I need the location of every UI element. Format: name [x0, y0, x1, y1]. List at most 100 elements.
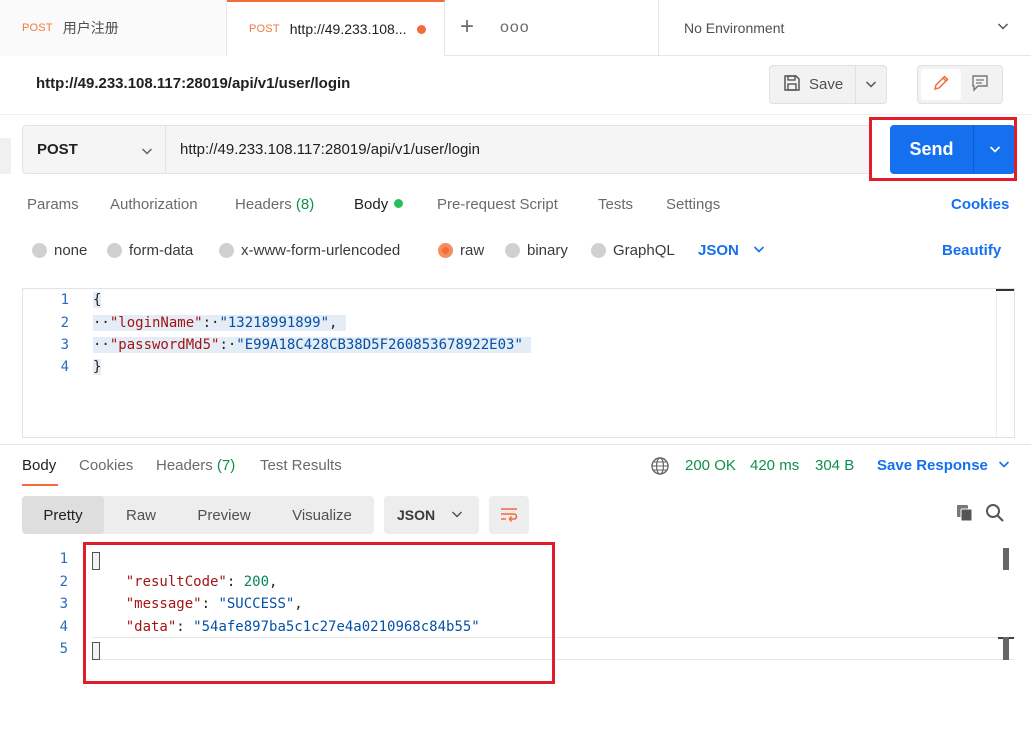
save-split-button: Save [769, 65, 887, 104]
response-tab-cookies[interactable]: Cookies [79, 457, 133, 474]
response-tab-test-results[interactable]: Test Results [260, 457, 342, 474]
cookies-link[interactable]: Cookies [951, 196, 1009, 213]
globe-icon[interactable] [650, 456, 670, 479]
chevron-down-icon [997, 19, 1009, 35]
response-highlight-box [83, 542, 555, 684]
tab-strip: POST 用户注册 POST http://49.233.108... + oo… [0, 0, 1031, 56]
tab-params[interactable]: Params [27, 196, 79, 213]
header-divider [0, 114, 1031, 115]
radio-graphql[interactable]: GraphQL [591, 242, 675, 259]
json-value: "13218991899" [219, 315, 330, 331]
save-options-button[interactable] [856, 66, 886, 103]
line-number: 1 [59, 551, 68, 567]
view-preview-button[interactable]: Preview [178, 496, 270, 534]
tab-prerequest-script[interactable]: Pre-request Script [437, 196, 558, 213]
unsaved-dot-icon [416, 24, 426, 34]
json-value: "E99A18C428CB38D5F260853678922E03" [236, 337, 523, 353]
chevron-down-icon [998, 457, 1010, 474]
comment-icon [971, 74, 989, 95]
url-input[interactable]: http://49.233.108.117:28019/api/v1/user/… [166, 125, 872, 174]
beautify-link[interactable]: Beautify [942, 242, 1001, 259]
radio-urlencoded[interactable]: x-www-form-urlencoded [219, 242, 400, 259]
tab-tests[interactable]: Tests [598, 196, 633, 213]
search-icon[interactable] [985, 503, 1005, 526]
radio-circle-icon [107, 243, 122, 258]
tab-method: POST [249, 23, 280, 35]
edit-mode-button[interactable] [921, 69, 961, 100]
response-headers-count: (7) [216, 457, 236, 474]
save-response-button[interactable]: Save Response [877, 457, 1010, 474]
code-line: } [93, 359, 102, 375]
line-number: 3 [59, 596, 68, 612]
response-view-segment: Pretty Raw Preview Visualize [22, 496, 374, 534]
view-visualize-button[interactable]: Visualize [270, 496, 374, 534]
response-headers-label: Headers [156, 457, 213, 474]
wrap-lines-icon [499, 505, 519, 526]
editor-scrollbar[interactable] [996, 289, 1014, 437]
request-body-editor[interactable]: 1 2 3 4 { ··"loginName":·"13218991899", … [22, 288, 1015, 438]
tab-body[interactable]: Body [354, 196, 404, 213]
status-code[interactable]: 200 OK [685, 457, 736, 474]
more-tabs-button[interactable]: ooo [500, 14, 529, 42]
radio-label: GraphQL [613, 242, 675, 259]
raw-format-label: JSON [698, 242, 739, 259]
radio-raw[interactable]: raw [438, 242, 484, 259]
radio-form-data[interactable]: form-data [107, 242, 193, 259]
method-select[interactable]: POST [22, 125, 166, 174]
copy-icon[interactable] [955, 503, 975, 526]
method-label: POST [37, 141, 78, 158]
response-size[interactable]: 304 B [815, 457, 854, 474]
chevron-down-icon [451, 507, 463, 523]
body-indicator-dot-icon [394, 199, 404, 208]
view-raw-button[interactable]: Raw [104, 496, 178, 534]
send-highlight-box [869, 117, 1017, 181]
save-response-label: Save Response [877, 457, 988, 474]
line-number: 4 [60, 359, 69, 375]
environment-label: No Environment [684, 20, 785, 36]
tab-headers[interactable]: Headers (8) [235, 196, 314, 213]
radio-label: none [54, 242, 88, 259]
view-pretty-button[interactable]: Pretty [22, 496, 104, 534]
tab-body-label: Body [354, 196, 389, 213]
active-tab-underline [22, 484, 58, 486]
json-key: "loginName" [109, 315, 203, 331]
tab-headers-count: (8) [295, 196, 315, 213]
radio-none[interactable]: none [32, 242, 87, 259]
request-title: http://49.233.108.117:28019/api/v1/user/… [36, 75, 351, 92]
response-format-select[interactable]: JSON [384, 496, 479, 534]
environment-select[interactable]: No Environment [658, 0, 1031, 56]
response-tab-headers[interactable]: Headers (7) [156, 457, 235, 474]
line-number: 1 [60, 292, 69, 308]
radio-circle-icon [219, 243, 234, 258]
tab-title: 用户注册 [62, 20, 119, 36]
radio-circle-icon [591, 243, 606, 258]
chevron-down-icon [865, 77, 877, 93]
tab-headers-label: Headers [235, 196, 292, 213]
tab-title: http://49.233.108... [289, 21, 407, 37]
tab-authorization[interactable]: Authorization [110, 196, 198, 213]
scrollbar-end-marker[interactable] [998, 637, 1014, 660]
radio-label: form-data [129, 242, 194, 259]
scrollbar-thumb[interactable] [996, 289, 1014, 291]
save-button[interactable]: Save [770, 66, 856, 103]
response-divider[interactable] [0, 444, 1031, 445]
scrollbar-thumb[interactable] [1003, 548, 1009, 570]
chevron-down-icon [753, 242, 765, 259]
radio-label: raw [460, 242, 485, 259]
view-mode-toggle [917, 65, 1003, 104]
new-tab-button[interactable]: + [455, 14, 479, 42]
tab-settings[interactable]: Settings [666, 196, 720, 213]
response-format-label: JSON [397, 507, 436, 523]
radio-circle-icon [32, 243, 47, 258]
request-tab-register[interactable]: POST 用户注册 [0, 0, 227, 56]
line-number: 2 [59, 574, 68, 590]
response-tab-body[interactable]: Body [22, 457, 56, 474]
raw-format-select[interactable]: JSON [698, 242, 765, 259]
radio-circle-icon [505, 243, 520, 258]
radio-binary[interactable]: binary [505, 242, 568, 259]
comments-button[interactable] [961, 69, 999, 100]
request-tab-login[interactable]: POST http://49.233.108... [227, 0, 445, 56]
response-time[interactable]: 420 ms [750, 457, 799, 474]
pencil-icon [932, 74, 950, 95]
wrap-lines-button[interactable] [489, 496, 529, 534]
